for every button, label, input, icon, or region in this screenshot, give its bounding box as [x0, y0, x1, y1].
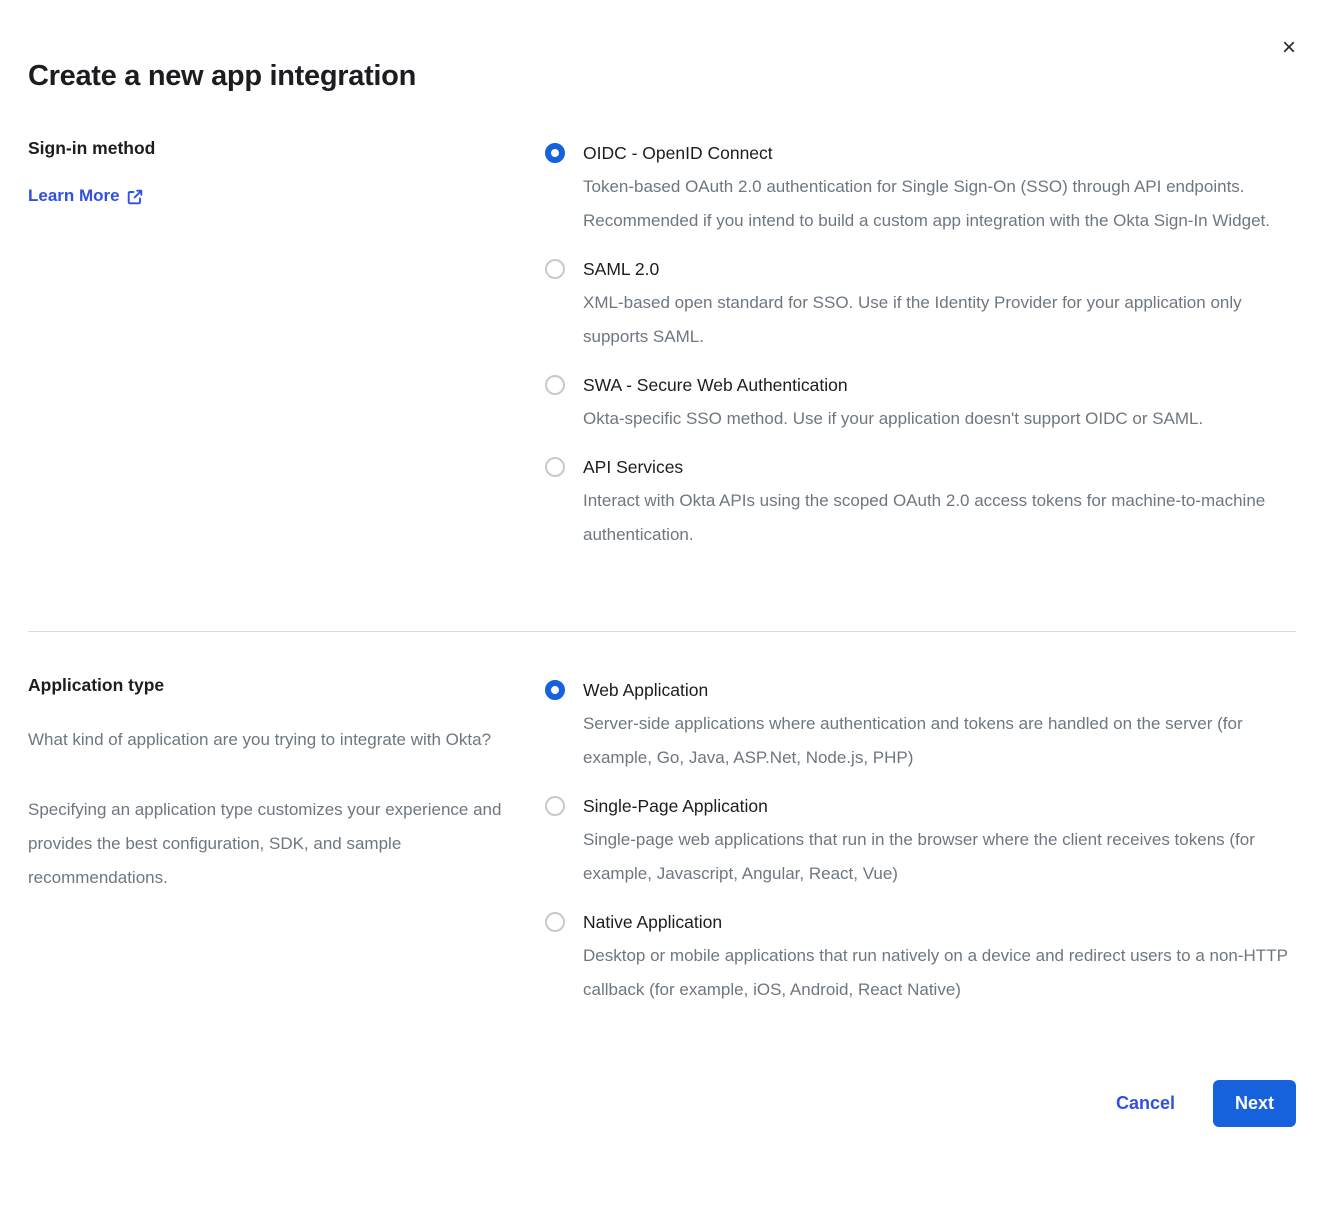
radio-option-web-application[interactable]: Web Application Server-side applications… [545, 674, 1296, 775]
radio-label-api-services: API Services [583, 451, 1296, 484]
radio-option-api-services[interactable]: API Services Interact with Okta APIs usi… [545, 451, 1296, 552]
learn-more-label: Learn More [28, 186, 120, 206]
close-icon[interactable]: × [1282, 36, 1296, 60]
radio-option-saml[interactable]: SAML 2.0 XML-based open standard for SSO… [545, 253, 1296, 354]
radio-description-web-application: Server-side applications where authentic… [583, 707, 1295, 775]
learn-more-link[interactable]: Learn More [28, 186, 143, 206]
next-button[interactable]: Next [1213, 1080, 1296, 1127]
radio-label-web-application: Web Application [583, 674, 1296, 707]
section-divider [28, 631, 1296, 632]
radio-label-single-page-application: Single-Page Application [583, 790, 1296, 823]
radio-button-single-page-application[interactable] [545, 796, 565, 816]
radio-description-saml: XML-based open standard for SSO. Use if … [583, 286, 1295, 354]
radio-option-oidc[interactable]: OIDC - OpenID Connect Token-based OAuth … [545, 137, 1296, 238]
radio-description-single-page-application: Single-page web applications that run in… [583, 823, 1295, 891]
radio-option-swa[interactable]: SWA - Secure Web Authentication Okta-spe… [545, 369, 1296, 436]
radio-description-api-services: Interact with Okta APIs using the scoped… [583, 484, 1295, 552]
signin-method-section: Sign-in method Learn More OIDC - OpenID … [28, 137, 1296, 567]
radio-option-single-page-application[interactable]: Single-Page Application Single-page web … [545, 790, 1296, 891]
radio-description-swa: Okta-specific SSO method. Use if your ap… [583, 402, 1295, 436]
radio-button-swa[interactable] [545, 375, 565, 395]
radio-description-native-application: Desktop or mobile applications that run … [583, 939, 1295, 1007]
signin-method-options: OIDC - OpenID Connect Token-based OAuth … [545, 137, 1296, 567]
cancel-button[interactable]: Cancel [1116, 1093, 1175, 1114]
application-type-explanation: Specifying an application type customize… [28, 793, 505, 895]
application-type-question: What kind of application are you trying … [28, 723, 505, 757]
radio-label-swa: SWA - Secure Web Authentication [583, 369, 1296, 402]
radio-button-oidc[interactable] [545, 143, 565, 163]
radio-option-native-application[interactable]: Native Application Desktop or mobile app… [545, 906, 1296, 1007]
create-app-integration-modal: × Create a new app integration Sign-in m… [0, 0, 1332, 1210]
application-type-section: Application type What kind of applicatio… [28, 674, 1296, 1022]
signin-method-label: Sign-in method [28, 137, 505, 160]
radio-button-native-application[interactable] [545, 912, 565, 932]
external-link-icon [127, 187, 143, 205]
radio-button-api-services[interactable] [545, 457, 565, 477]
radio-label-native-application: Native Application [583, 906, 1296, 939]
modal-footer: Cancel Next [28, 1080, 1296, 1127]
radio-description-oidc: Token-based OAuth 2.0 authentication for… [583, 170, 1295, 238]
page-title: Create a new app integration [28, 60, 1296, 93]
radio-label-oidc: OIDC - OpenID Connect [583, 137, 1296, 170]
application-type-label: Application type [28, 674, 505, 697]
radio-button-web-application[interactable] [545, 680, 565, 700]
radio-label-saml: SAML 2.0 [583, 253, 1296, 286]
radio-button-saml[interactable] [545, 259, 565, 279]
application-type-options: Web Application Server-side applications… [545, 674, 1296, 1022]
